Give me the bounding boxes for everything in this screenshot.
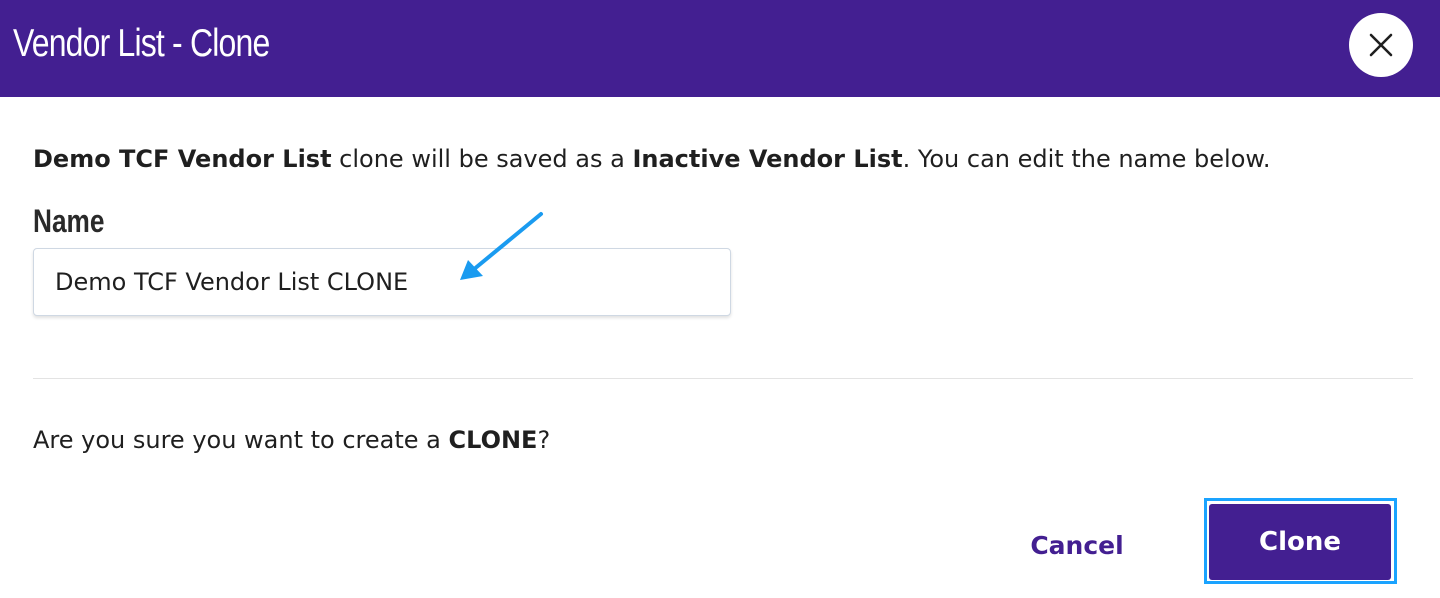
confirm-question: Are you sure you want to create a CLONE? xyxy=(33,424,550,456)
divider xyxy=(33,378,1413,379)
close-icon xyxy=(1369,33,1393,57)
source-list-name: Demo TCF Vendor List xyxy=(33,145,332,173)
name-input[interactable] xyxy=(33,248,731,316)
clone-button[interactable]: Clone xyxy=(1209,504,1391,580)
target-status: Inactive Vendor List xyxy=(632,145,903,173)
close-button[interactable] xyxy=(1349,13,1413,77)
description-text-2: . You can edit the name below. xyxy=(902,145,1271,173)
confirm-text-1: Are you sure you want to create a xyxy=(33,426,449,454)
clone-description: Demo TCF Vendor List clone will be saved… xyxy=(33,143,1270,175)
dialog-title: Vendor List - Clone xyxy=(13,22,270,65)
cancel-button[interactable]: Cancel xyxy=(1010,519,1144,571)
clone-vendor-list-dialog: Vendor List - Clone Demo TCF Vendor List… xyxy=(0,0,1440,598)
dialog-header: Vendor List - Clone xyxy=(0,0,1440,97)
confirm-text-2: ? xyxy=(537,426,551,454)
name-label: Name xyxy=(33,203,105,239)
description-text-1: clone will be saved as a xyxy=(331,145,633,173)
confirm-emphasis: CLONE xyxy=(448,426,538,454)
